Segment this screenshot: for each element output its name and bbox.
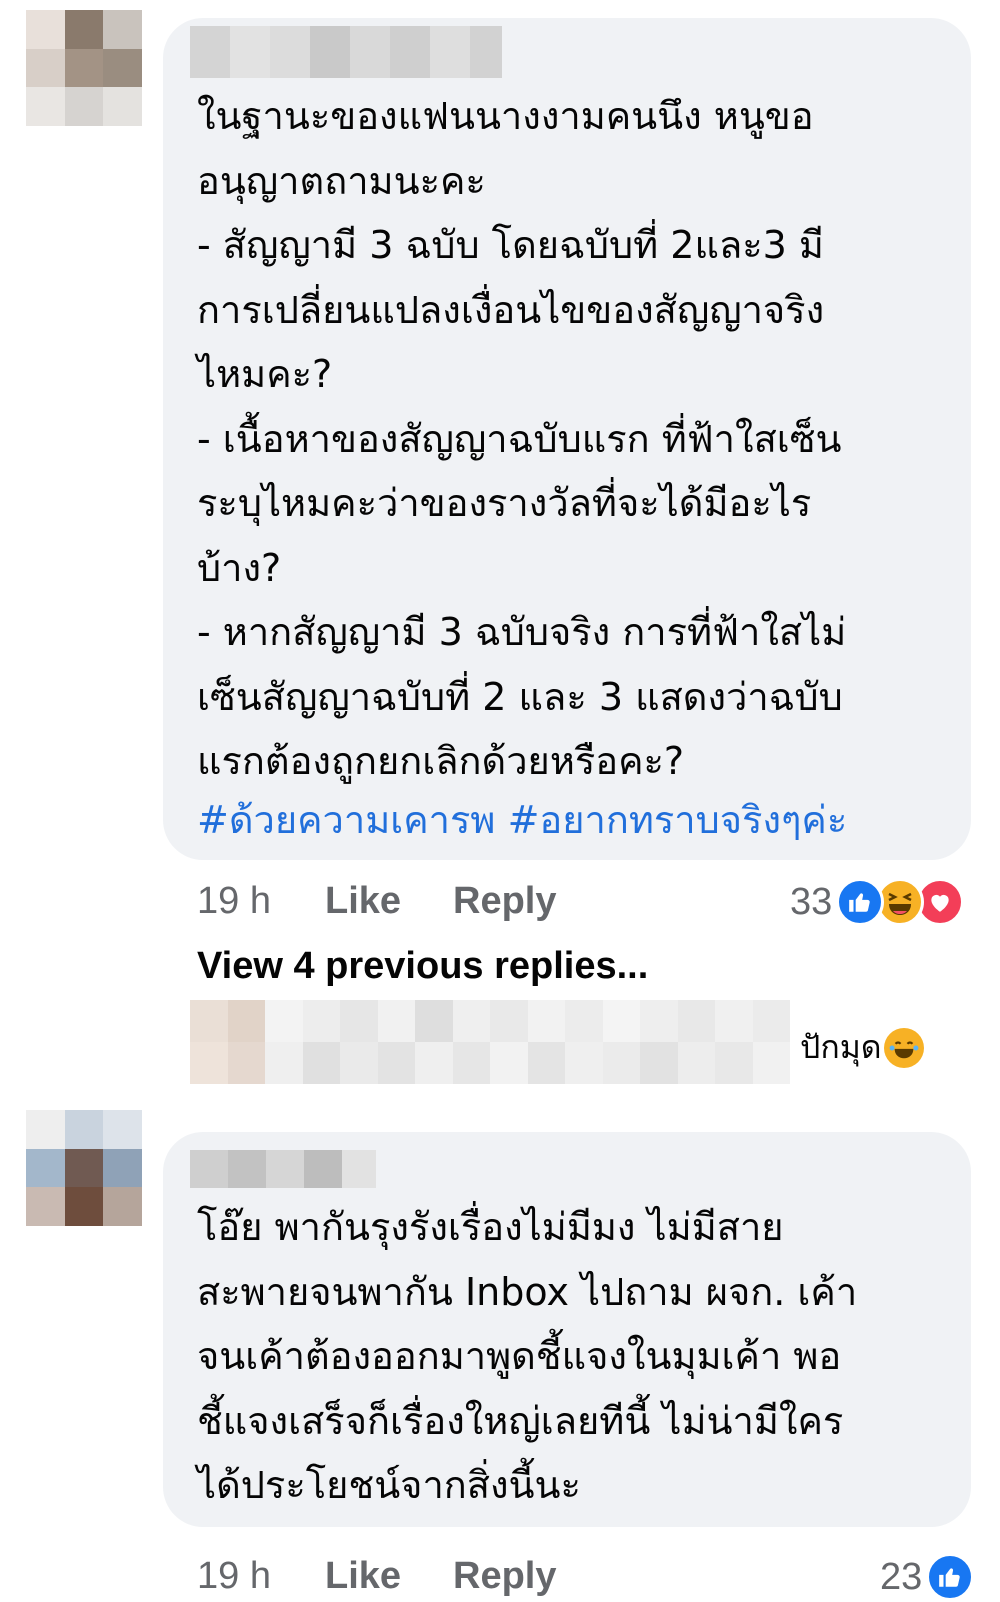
reaction-count: 23 — [880, 1555, 923, 1598]
comment-actions: 19 h Like Reply — [197, 1555, 556, 1598]
reaction-summary[interactable]: 33 — [790, 878, 965, 926]
like-icon — [926, 1553, 975, 1601]
like-button[interactable]: Like — [325, 1555, 453, 1598]
reply-button[interactable]: Reply — [453, 1555, 556, 1598]
hashtag-link[interactable]: #อยากทราบจริงๆค่ะ — [508, 798, 848, 842]
laughing-tears-emoji-icon — [883, 1027, 924, 1068]
reply-preview-blurred[interactable] — [190, 1000, 790, 1084]
commenter-name-blurred[interactable] — [190, 26, 502, 78]
commenter-name-blurred[interactable] — [190, 1150, 376, 1188]
like-icon — [836, 878, 885, 926]
view-previous-replies-link[interactable]: View 4 previous replies... — [197, 945, 648, 988]
reply-preview-message: ปักมุด — [800, 1028, 882, 1066]
reaction-count: 33 — [790, 880, 833, 923]
reply-preview-text[interactable]: ปักมุด — [800, 1022, 924, 1073]
like-button[interactable]: Like — [325, 880, 453, 923]
comment-actions: 19 h Like Reply — [197, 880, 556, 923]
comment-text: โอ๊ย พากันรุงรังเรื่องไม่มีมง ไม่มีสาย ส… — [197, 1205, 858, 1507]
avatar[interactable] — [26, 10, 142, 126]
comment-timestamp[interactable]: 19 h — [197, 1555, 325, 1598]
avatar[interactable] — [26, 1110, 142, 1226]
reply-button[interactable]: Reply — [453, 880, 556, 923]
hashtag-link[interactable]: #ด้วยความเคารพ — [197, 798, 495, 842]
comment-timestamp[interactable]: 19 h — [197, 880, 325, 923]
hashtags: #ด้วยความเคารพ #อยากทราบจริงๆค่ะ — [197, 788, 847, 852]
comment-text: ในฐานะของแฟนนางงามคนนึง หนูขอ อนุญาตถามน… — [197, 94, 847, 783]
reaction-summary[interactable]: 23 — [880, 1553, 975, 1601]
